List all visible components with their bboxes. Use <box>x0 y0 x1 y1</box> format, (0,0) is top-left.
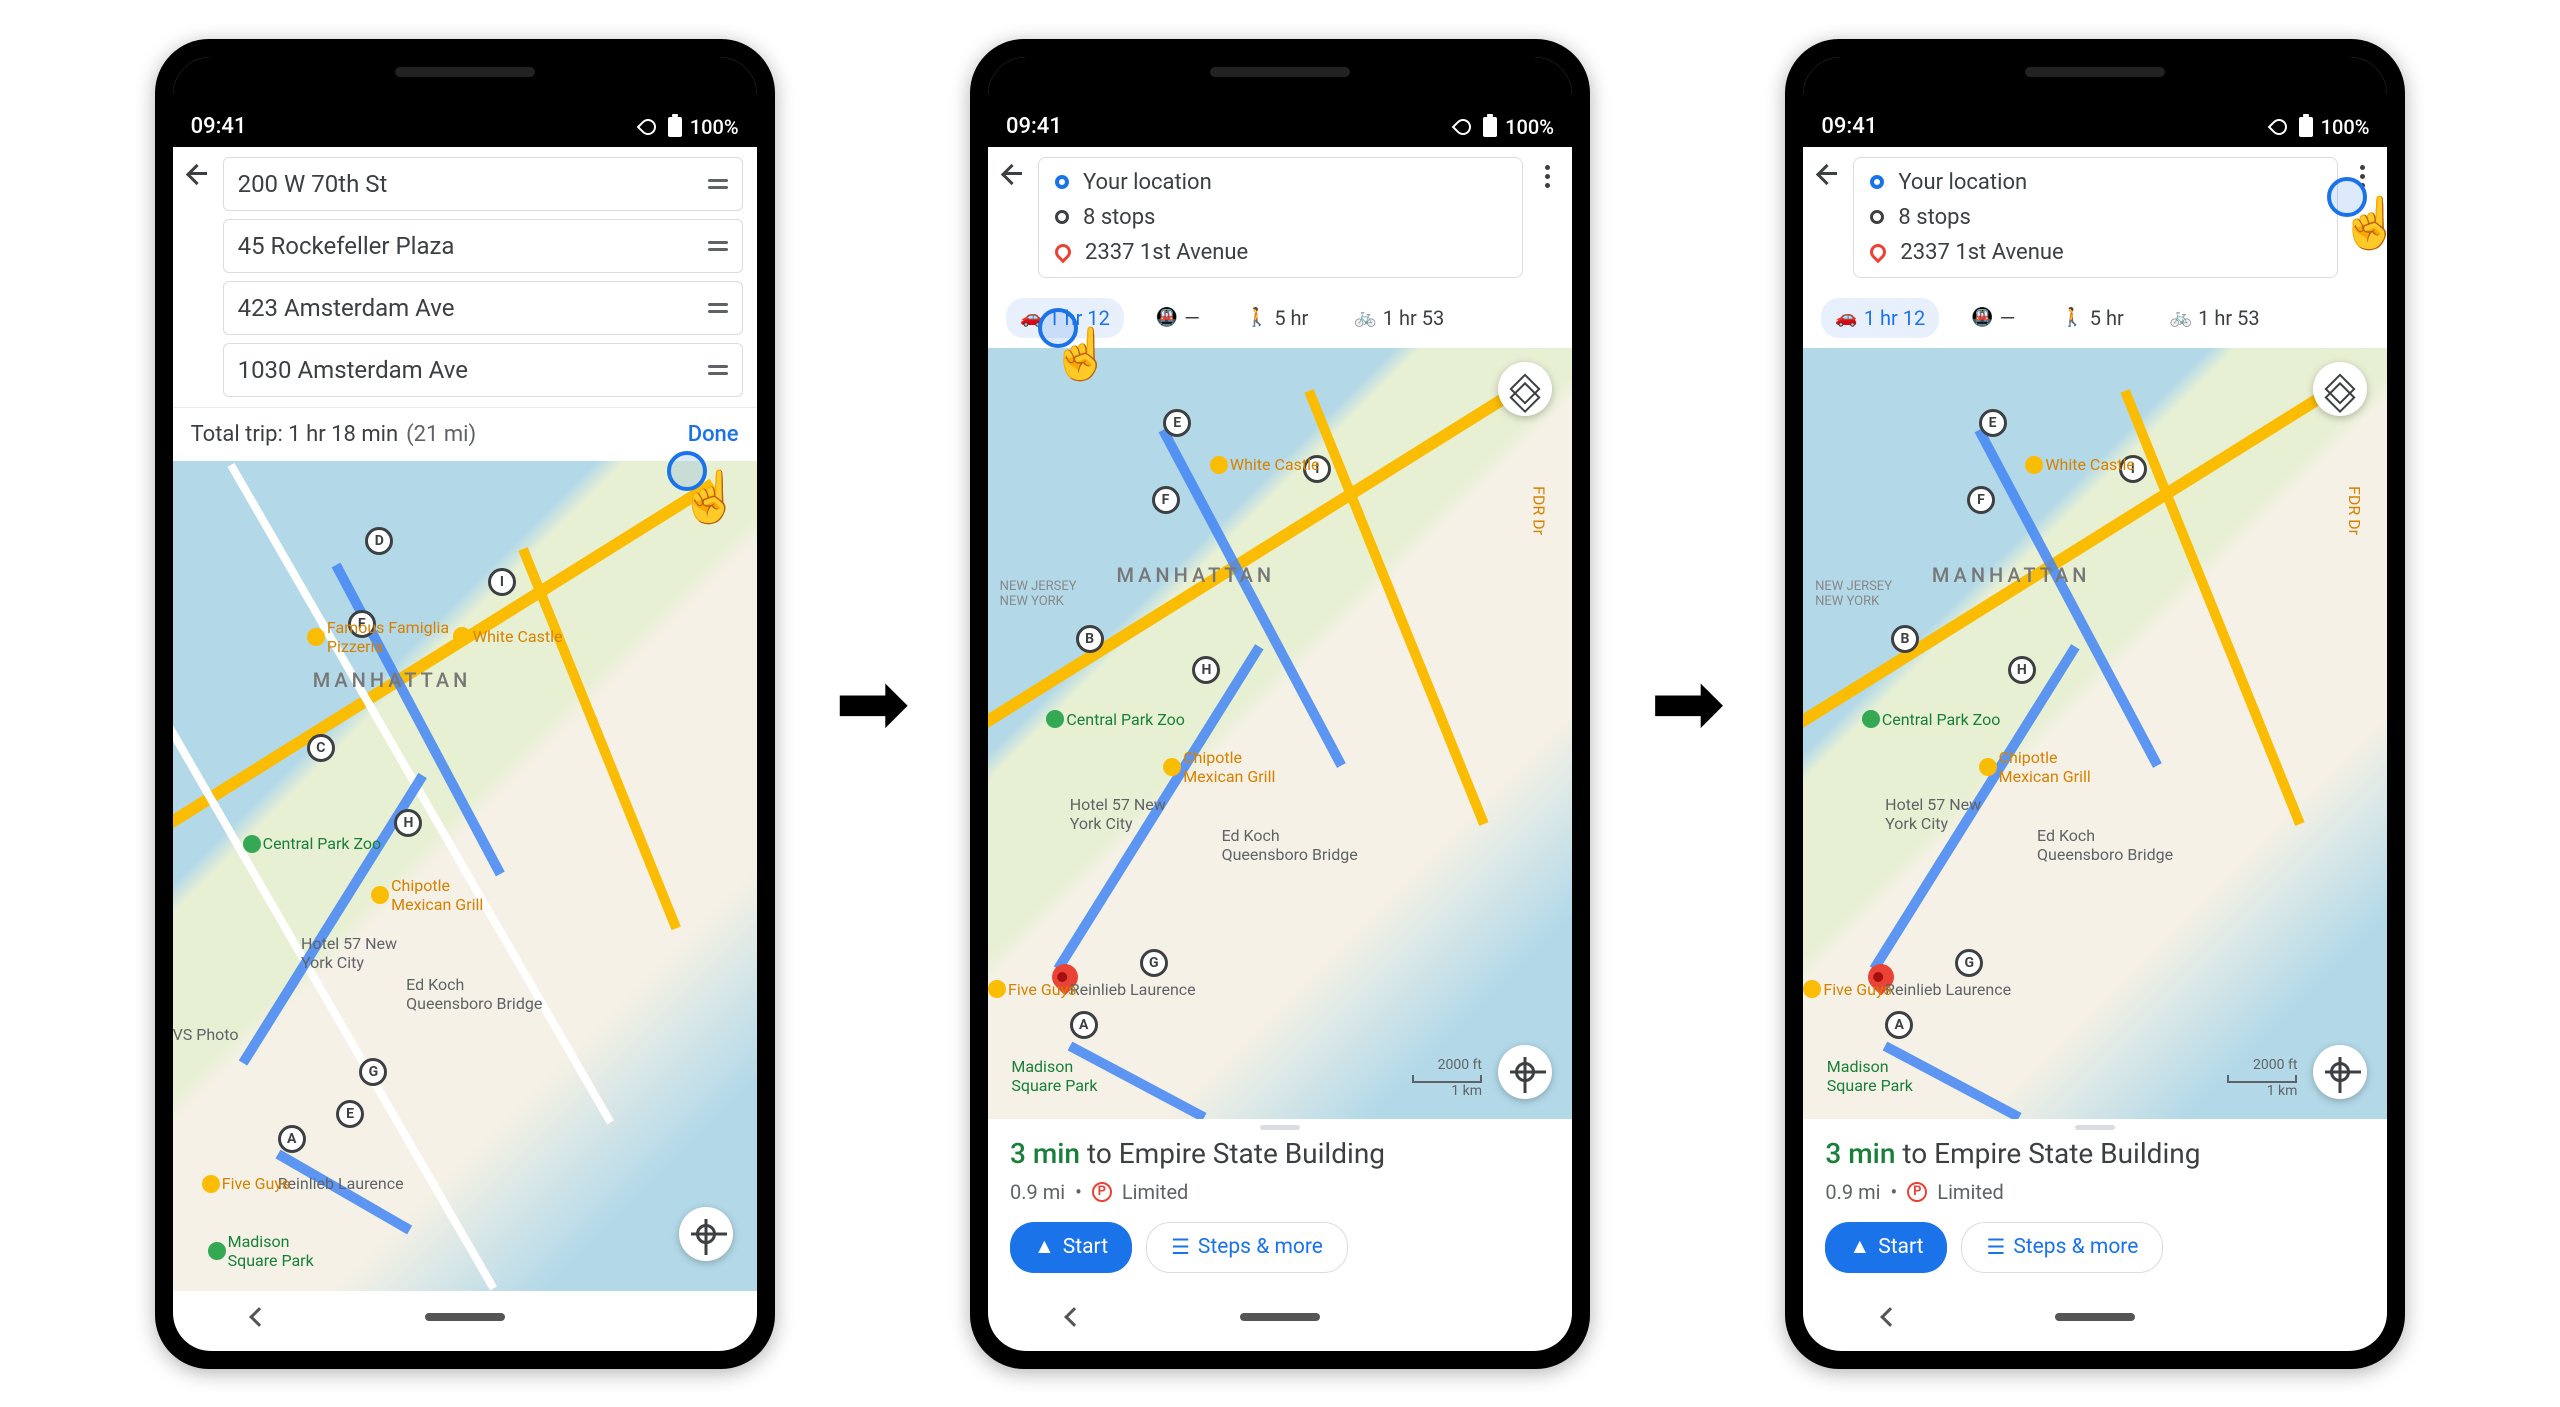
drag-handle-icon[interactable] <box>708 365 728 375</box>
nav-home-icon[interactable] <box>1240 1313 1320 1321</box>
mode-car[interactable]: 🚗1 hr 12 <box>1821 298 1939 338</box>
mode-car[interactable]: 🚗1 hr 12 <box>1006 298 1124 338</box>
waypoint-g: G <box>359 1058 387 1086</box>
nav-bar <box>173 1291 757 1351</box>
waypoint-d: D <box>365 527 393 555</box>
stops-list: 200 W 70th St 45 Rockefeller Plaza 423 A… <box>223 157 743 397</box>
phone-screen-1: 09:41 100% 200 W 70th St 45 Rockefeller … <box>155 39 775 1369</box>
waypoint-i: I <box>488 568 516 596</box>
directions-card[interactable]: Your location 8 stops 2337 1st Avenue <box>1038 157 1523 278</box>
overflow-menu-button[interactable] <box>1537 157 1558 196</box>
mode-walk[interactable]: 🚶5 hr <box>1232 298 1322 338</box>
directions-card[interactable]: Your location 8 stops 2337 1st Avenue <box>1853 157 2338 278</box>
nav-back-icon[interactable] <box>1064 1307 1084 1327</box>
phone-screen-3: 09:41100% Your location 8 stops 2337 1st… <box>1785 39 2405 1369</box>
destination-icon <box>1052 241 1075 264</box>
start-button[interactable]: ▲Start <box>1010 1222 1132 1273</box>
travel-mode-tabs: 🚗1 hr 12 🚇— 🚶5 hr 🚲1 hr 53 <box>988 288 1572 348</box>
flow-arrow-icon: ➡ <box>1650 651 1725 756</box>
list-icon: ☰ <box>1171 1235 1190 1260</box>
my-location-button[interactable] <box>2313 1045 2367 1099</box>
map-view[interactable]: MANHATTAN NEW JERSEY NEW YORK A B E F G … <box>1803 348 2387 1119</box>
map-view[interactable]: MANHATTAN A C D E F G H I Famous Famigli… <box>173 461 757 1291</box>
nav-back-icon[interactable] <box>249 1307 269 1327</box>
mode-bike[interactable]: 🚲1 hr 53 <box>2156 298 2274 338</box>
clock: 09:41 <box>191 114 640 139</box>
flow-arrow-icon: ➡ <box>835 651 910 756</box>
phone-screen-2: 09:41100% Your location 8 stops 2337 1st… <box>970 39 1590 1369</box>
my-location-button[interactable] <box>1498 1045 1552 1099</box>
waypoint-c: C <box>307 734 335 762</box>
parking-icon: P <box>1092 1182 1112 1202</box>
mode-transit[interactable]: 🚇— <box>1142 298 1214 338</box>
back-button[interactable] <box>1817 163 1839 185</box>
route-summary-card[interactable]: 3 min to Empire State Building 0.9 mi•PL… <box>988 1119 1572 1291</box>
stops-icon <box>1055 210 1069 224</box>
layers-icon <box>1509 373 1540 404</box>
map-scale: 2000 ft1 km <box>1412 1057 1482 1099</box>
navigate-icon: ▲ <box>1034 1235 1055 1259</box>
layers-button[interactable] <box>1498 362 1552 416</box>
transit-icon: 🚇 <box>1156 307 1178 328</box>
manhattan-label: MANHATTAN <box>313 668 472 692</box>
back-button[interactable] <box>1002 163 1024 185</box>
steps-button[interactable]: ☰Steps & more <box>1961 1222 2163 1273</box>
mode-transit[interactable]: 🚇— <box>1957 298 2029 338</box>
mode-walk[interactable]: 🚶5 hr <box>2047 298 2137 338</box>
map-view[interactable]: MANHATTAN NEW JERSEY NEW YORK A B E F G … <box>988 348 1572 1119</box>
origin-icon <box>1055 175 1069 189</box>
my-location-button[interactable] <box>679 1207 733 1261</box>
steps-button[interactable]: ☰Steps & more <box>1146 1222 1348 1273</box>
done-button[interactable]: Done <box>688 422 739 447</box>
eta-text: 3 min to Empire State Building <box>1010 1137 1550 1170</box>
drag-handle-icon[interactable] <box>708 303 728 313</box>
location-icon <box>636 115 659 138</box>
stop-item[interactable]: 1030 Amsterdam Ave <box>223 343 743 397</box>
stop-item[interactable]: 200 W 70th St <box>223 157 743 211</box>
layers-button[interactable] <box>2313 362 2367 416</box>
bike-icon: 🚲 <box>1354 307 1376 328</box>
stop-item[interactable]: 423 Amsterdam Ave <box>223 281 743 335</box>
overflow-menu-button[interactable] <box>2352 157 2373 196</box>
trip-summary: Total trip: 1 hr 18 min(21 mi) Done <box>173 407 757 461</box>
waypoint-h: H <box>394 809 422 837</box>
walk-icon: 🚶 <box>1246 307 1268 328</box>
drag-handle-icon[interactable] <box>708 179 728 189</box>
start-button[interactable]: ▲Start <box>1825 1222 1947 1273</box>
battery-icon <box>668 117 682 137</box>
mode-bike[interactable]: 🚲1 hr 53 <box>1340 298 1458 338</box>
stop-item[interactable]: 45 Rockefeller Plaza <box>223 219 743 273</box>
car-icon: 🚗 <box>1020 307 1042 328</box>
back-button[interactable] <box>187 163 209 185</box>
waypoint-e: E <box>336 1100 364 1128</box>
nav-home-icon[interactable] <box>425 1313 505 1321</box>
route-summary-card[interactable]: 3 min to Empire State Building 0.9 mi•PL… <box>1803 1119 2387 1291</box>
drag-handle-icon[interactable] <box>708 241 728 251</box>
waypoint-a: A <box>278 1125 306 1153</box>
